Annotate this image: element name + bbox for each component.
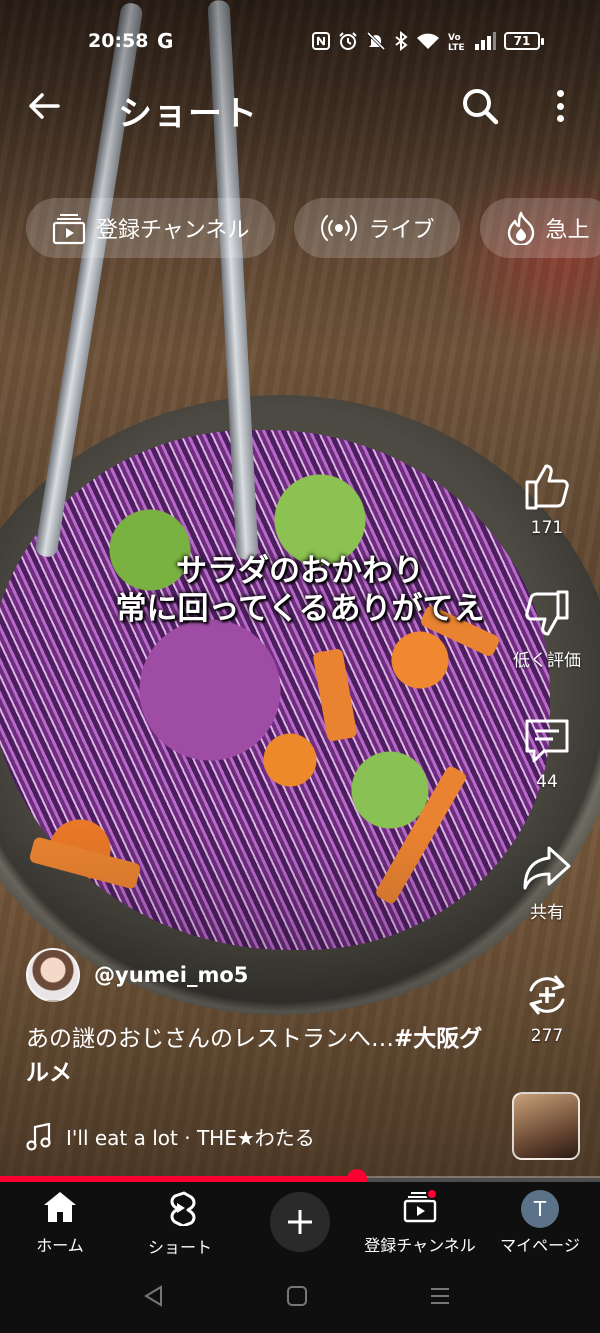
shorts-icon — [170, 1191, 196, 1228]
svg-text:Vo: Vo — [448, 33, 461, 43]
comment-count: 44 — [536, 772, 558, 792]
bottom-navigation: ホーム ショート 登録チャンネル T マイページ — [0, 1182, 600, 1264]
more-vertical-icon[interactable] — [548, 86, 572, 126]
back-triangle-icon[interactable] — [142, 1284, 164, 1308]
status-bar: 20:58 G Vo LTE 71 — [0, 22, 600, 60]
caption-line: 常に回ってくるありがてえ — [115, 591, 485, 627]
caption-line: サラダのおかわり — [176, 553, 424, 589]
nav-label: ホーム — [36, 1236, 84, 1255]
remix-count: 277 — [530, 1026, 564, 1046]
like-button[interactable]: 171 — [500, 460, 594, 538]
thumbs-down-icon — [525, 590, 569, 636]
google-icon: G — [157, 29, 174, 53]
music-note-icon — [26, 1122, 51, 1151]
dislike-button[interactable]: 低く評価 — [500, 588, 594, 671]
volte-icon: VoLTE — [448, 33, 465, 51]
live-icon — [321, 215, 358, 241]
home-icon — [44, 1192, 76, 1222]
thumbs-up-icon — [525, 464, 569, 510]
chip-label: 登録チャンネル — [96, 218, 250, 243]
description-text: あの謎のおじさんのレストランへ… — [26, 1026, 394, 1052]
chip-subscriptions[interactable]: 登録チャンネル — [26, 198, 276, 258]
wifi-icon — [417, 33, 439, 49]
chip-trending[interactable]: 急上 — [479, 198, 600, 258]
chip-label: ライブ — [368, 218, 435, 243]
search-icon[interactable] — [460, 86, 500, 126]
home-square-icon[interactable] — [286, 1284, 308, 1308]
comments-button[interactable]: 44 — [500, 716, 594, 792]
filter-chips: 登録チャンネル ライブ 急上 — [26, 198, 600, 258]
nav-subscriptions[interactable]: 登録チャンネル — [360, 1188, 480, 1256]
dislike-label: 低く評価 — [513, 651, 581, 671]
nav-you[interactable]: T マイページ — [480, 1190, 600, 1256]
comment-icon — [525, 719, 569, 763]
signal-icon — [475, 32, 496, 50]
plus-icon — [288, 1210, 312, 1234]
page-title: ショート — [118, 94, 258, 134]
recents-menu-icon[interactable] — [429, 1284, 451, 1308]
nfc-icon — [312, 32, 330, 50]
battery-level: 71 — [513, 34, 531, 48]
chip-label: 急上 — [545, 218, 590, 243]
trending-icon — [507, 211, 534, 245]
bluetooth-icon — [395, 31, 408, 51]
status-time: 20:58 — [88, 30, 149, 52]
music-row[interactable]: I'll eat a lot · THE★わたる — [26, 1122, 315, 1151]
chip-live[interactable]: ライブ — [294, 198, 461, 258]
notification-dot — [426, 1188, 438, 1200]
video-description[interactable]: あの謎のおじさんのレストランへ…#大阪グルメ — [26, 1022, 496, 1090]
mute-icon — [366, 31, 386, 51]
remix-button[interactable]: 277 — [500, 970, 594, 1046]
user-avatar: T — [521, 1190, 559, 1228]
nav-label: 登録チャンネル — [364, 1236, 476, 1255]
svg-text:LTE: LTE — [448, 43, 465, 51]
subscriptions-icon — [52, 214, 86, 245]
arrow-left-icon[interactable] — [26, 86, 62, 135]
nav-shorts[interactable]: ショート — [120, 1190, 240, 1258]
like-count: 171 — [530, 518, 564, 538]
nav-label: マイページ — [500, 1236, 580, 1255]
avatar[interactable] — [26, 948, 80, 1002]
video-caption: サラダのおかわり 常に回ってくるありがてえ — [50, 552, 550, 628]
system-navigation-bar — [0, 1264, 600, 1333]
alarm-icon — [339, 32, 357, 50]
share-button[interactable]: 共有 — [500, 844, 594, 923]
remix-icon — [529, 975, 565, 1015]
channel-handle[interactable]: @yumei_mo5 — [94, 963, 248, 987]
status-icons: Vo LTE 71 — [312, 31, 544, 51]
shorts-header: ショート — [0, 80, 600, 136]
nav-label: ショート — [147, 1238, 212, 1257]
sound-thumbnail[interactable] — [512, 1092, 580, 1160]
channel-row[interactable]: @yumei_mo5 — [26, 948, 248, 1002]
battery-icon: 71 — [504, 32, 544, 50]
create-button[interactable] — [270, 1192, 330, 1252]
share-icon — [523, 846, 571, 890]
music-track: I'll eat a lot · THE★わたる — [66, 1126, 315, 1150]
share-label: 共有 — [530, 903, 564, 923]
nav-home[interactable]: ホーム — [0, 1190, 120, 1256]
